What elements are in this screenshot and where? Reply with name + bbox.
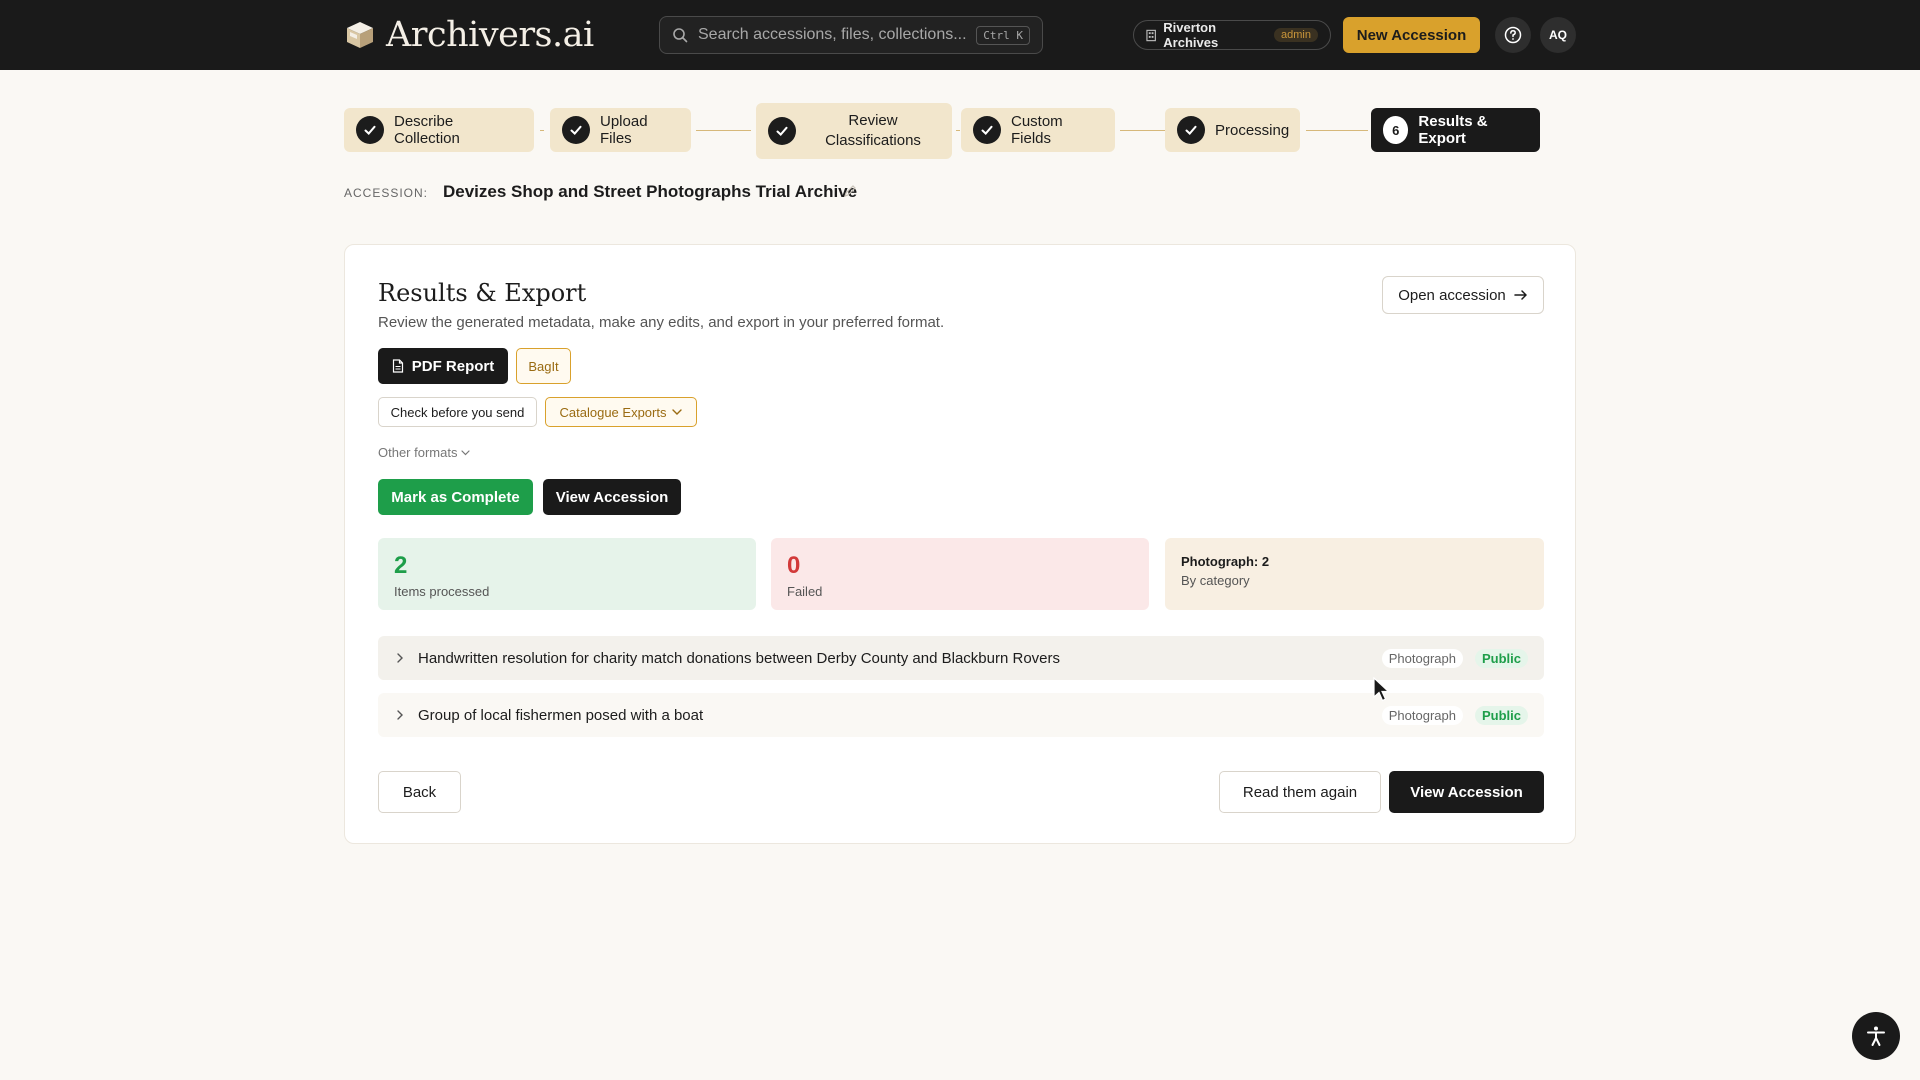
- category-tag: Photograph: [1381, 705, 1463, 725]
- top-navigation-bar: Archivers.ai Ctrl K Riverton Archives ad…: [0, 0, 1920, 70]
- logo-box-icon: [347, 22, 373, 48]
- help-icon: [1504, 26, 1522, 44]
- stat-by-category: Photograph: 2 By category: [1165, 538, 1544, 610]
- step-number: 6: [1383, 116, 1409, 144]
- step-label: Custom Fields: [1011, 113, 1063, 147]
- mark-complete-button[interactable]: Mark as Complete: [378, 479, 533, 515]
- check-icon: [356, 116, 384, 144]
- user-avatar[interactable]: AQ: [1540, 17, 1576, 53]
- list-item[interactable]: Handwritten resolution for charity match…: [378, 636, 1544, 680]
- access-badge: Public: [1474, 648, 1528, 668]
- step-review-classifications[interactable]: Review Classifications: [756, 103, 952, 159]
- pdf-report-label: PDF Report: [411, 357, 495, 375]
- search-shortcut-hint: Ctrl K: [976, 25, 1030, 45]
- item-title: Group of local fishermen posed with a bo…: [418, 706, 704, 724]
- building-icon: [1146, 29, 1156, 41]
- check-icon: [973, 116, 1001, 144]
- step-connector: [540, 130, 544, 131]
- document-icon: [392, 359, 403, 373]
- step-label: Upload Files: [600, 113, 648, 147]
- search-box[interactable]: Ctrl K: [659, 16, 1043, 54]
- step-connector: [956, 130, 960, 131]
- accessibility-icon: [1867, 1026, 1885, 1046]
- access-badge: Public: [1474, 705, 1528, 725]
- step-results-export[interactable]: 6 Results & Export: [1371, 108, 1540, 152]
- step-connector: [696, 130, 751, 131]
- arrow-right-icon: [1514, 290, 1527, 300]
- stat-value: 2: [394, 552, 408, 579]
- chevron-right-icon[interactable]: [394, 652, 406, 664]
- open-accession-label: Open accession: [1398, 286, 1506, 304]
- step-upload-files[interactable]: Upload Files: [550, 108, 691, 152]
- step-connector: [1120, 130, 1165, 131]
- stat-value: 0: [787, 552, 801, 579]
- pencil-icon[interactable]: [843, 184, 857, 198]
- item-title: Handwritten resolution for charity match…: [418, 649, 1060, 667]
- new-accession-button[interactable]: New Accession: [1343, 17, 1480, 53]
- step-label-line-1: Review: [848, 112, 898, 129]
- organization-switcher[interactable]: Riverton Archives admin: [1133, 20, 1331, 50]
- read-again-button[interactable]: Read them again: [1219, 771, 1381, 813]
- stat-label: Items processed: [394, 584, 490, 599]
- check-icon: [1177, 116, 1205, 144]
- stat-items-processed: 2 Items processed: [378, 538, 756, 610]
- catalogue-exports-label: Catalogue Exports: [559, 404, 667, 420]
- step-label: Results & Export: [1418, 113, 1488, 147]
- organization-name: Riverton Archives: [1163, 20, 1219, 50]
- accessibility-button[interactable]: [1852, 1012, 1900, 1060]
- stat-value: Photograph: 2: [1181, 554, 1270, 569]
- page-subtitle: Review the generated metadata, make any …: [378, 314, 945, 331]
- accession-title: Devizes Shop and Street Photographs Tria…: [443, 182, 858, 201]
- page-title: Results & Export: [378, 279, 587, 307]
- mouse-cursor-icon: [1373, 677, 1391, 702]
- step-connector: [1306, 130, 1368, 131]
- results-card: Results & Export Review the generated me…: [344, 244, 1576, 844]
- logo-text: Archivers.ai: [386, 15, 594, 55]
- chevron-right-icon[interactable]: [394, 709, 406, 721]
- back-button[interactable]: Back: [378, 771, 461, 813]
- view-accession-button[interactable]: View Accession: [543, 479, 681, 515]
- search-icon: [673, 28, 688, 43]
- stat-label: Failed: [787, 584, 823, 599]
- step-label: Review Classifications: [806, 111, 940, 151]
- step-describe-collection[interactable]: Describe Collection: [344, 108, 534, 152]
- other-formats-label: Other formats: [378, 445, 458, 460]
- view-accession-footer-button[interactable]: View Accession: [1389, 771, 1544, 813]
- stat-label: By category: [1181, 573, 1250, 588]
- step-label: Processing: [1215, 121, 1290, 139]
- step-processing[interactable]: Processing: [1165, 108, 1300, 152]
- catalogue-exports-dropdown[interactable]: Catalogue Exports: [545, 397, 697, 427]
- check-before-send-button[interactable]: Check before you send: [378, 397, 537, 427]
- step-custom-fields[interactable]: Custom Fields: [961, 108, 1115, 152]
- stat-failed: 0 Failed: [771, 538, 1149, 610]
- accession-label: ACCESSION:: [344, 186, 429, 200]
- pdf-report-button[interactable]: PDF Report: [378, 348, 508, 384]
- help-button[interactable]: [1495, 17, 1531, 53]
- check-icon: [562, 116, 590, 144]
- other-formats-toggle[interactable]: Other formats: [378, 445, 471, 460]
- logo[interactable]: Archivers.ai: [344, 15, 594, 55]
- role-badge: admin: [1274, 28, 1318, 42]
- check-icon: [768, 117, 796, 145]
- chevron-down-icon: [672, 409, 683, 415]
- bagit-button[interactable]: BagIt: [516, 348, 571, 384]
- open-accession-button[interactable]: Open accession: [1382, 276, 1544, 314]
- step-label-line-2: Classifications: [825, 132, 921, 149]
- category-tag: Photograph: [1381, 648, 1463, 668]
- step-label: Describe Collection: [394, 113, 460, 147]
- list-item[interactable]: Group of local fishermen posed with a bo…: [378, 693, 1544, 737]
- search-input[interactable]: [698, 26, 977, 44]
- chevron-down-icon: [461, 449, 471, 455]
